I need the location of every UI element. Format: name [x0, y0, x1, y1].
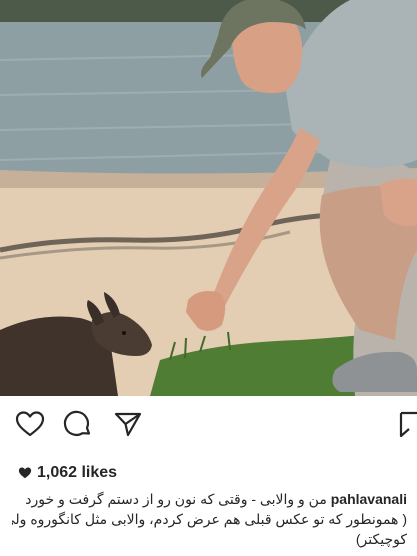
save-button[interactable] — [398, 408, 417, 440]
share-button[interactable] — [112, 408, 144, 440]
caption-username[interactable]: pahlavanali — [331, 491, 407, 507]
like-button[interactable] — [14, 408, 46, 440]
bookmark-icon — [399, 411, 417, 438]
caption-text-line-3: کوچیکتر) — [355, 531, 407, 547]
likes-summary[interactable]: 1,062 likes — [18, 462, 117, 484]
caption-line-1: pahlavanali من و والابی - وقتی که نون رو… — [12, 489, 407, 509]
likes-count: 1,062 likes — [37, 464, 118, 481]
post-action-bar — [0, 400, 417, 448]
caption-text-line-1: من و والابی - وقتی که نون رو از دستم گرف… — [25, 491, 327, 507]
heart-filled-icon — [18, 467, 32, 479]
comment-button[interactable] — [62, 408, 94, 440]
paper-plane-icon — [114, 412, 142, 437]
caption-text-line-2: ( همونطور که تو عکس قبلی هم عرض کردم، وا… — [12, 511, 407, 527]
comment-bubble-icon — [63, 410, 91, 436]
post-caption: pahlavanali من و والابی - وقتی که نون رو… — [12, 489, 407, 549]
heart-outline-icon — [15, 411, 45, 437]
wallaby-eye — [122, 331, 126, 335]
post-photo[interactable] — [0, 0, 417, 396]
photo-illustration — [0, 0, 417, 396]
